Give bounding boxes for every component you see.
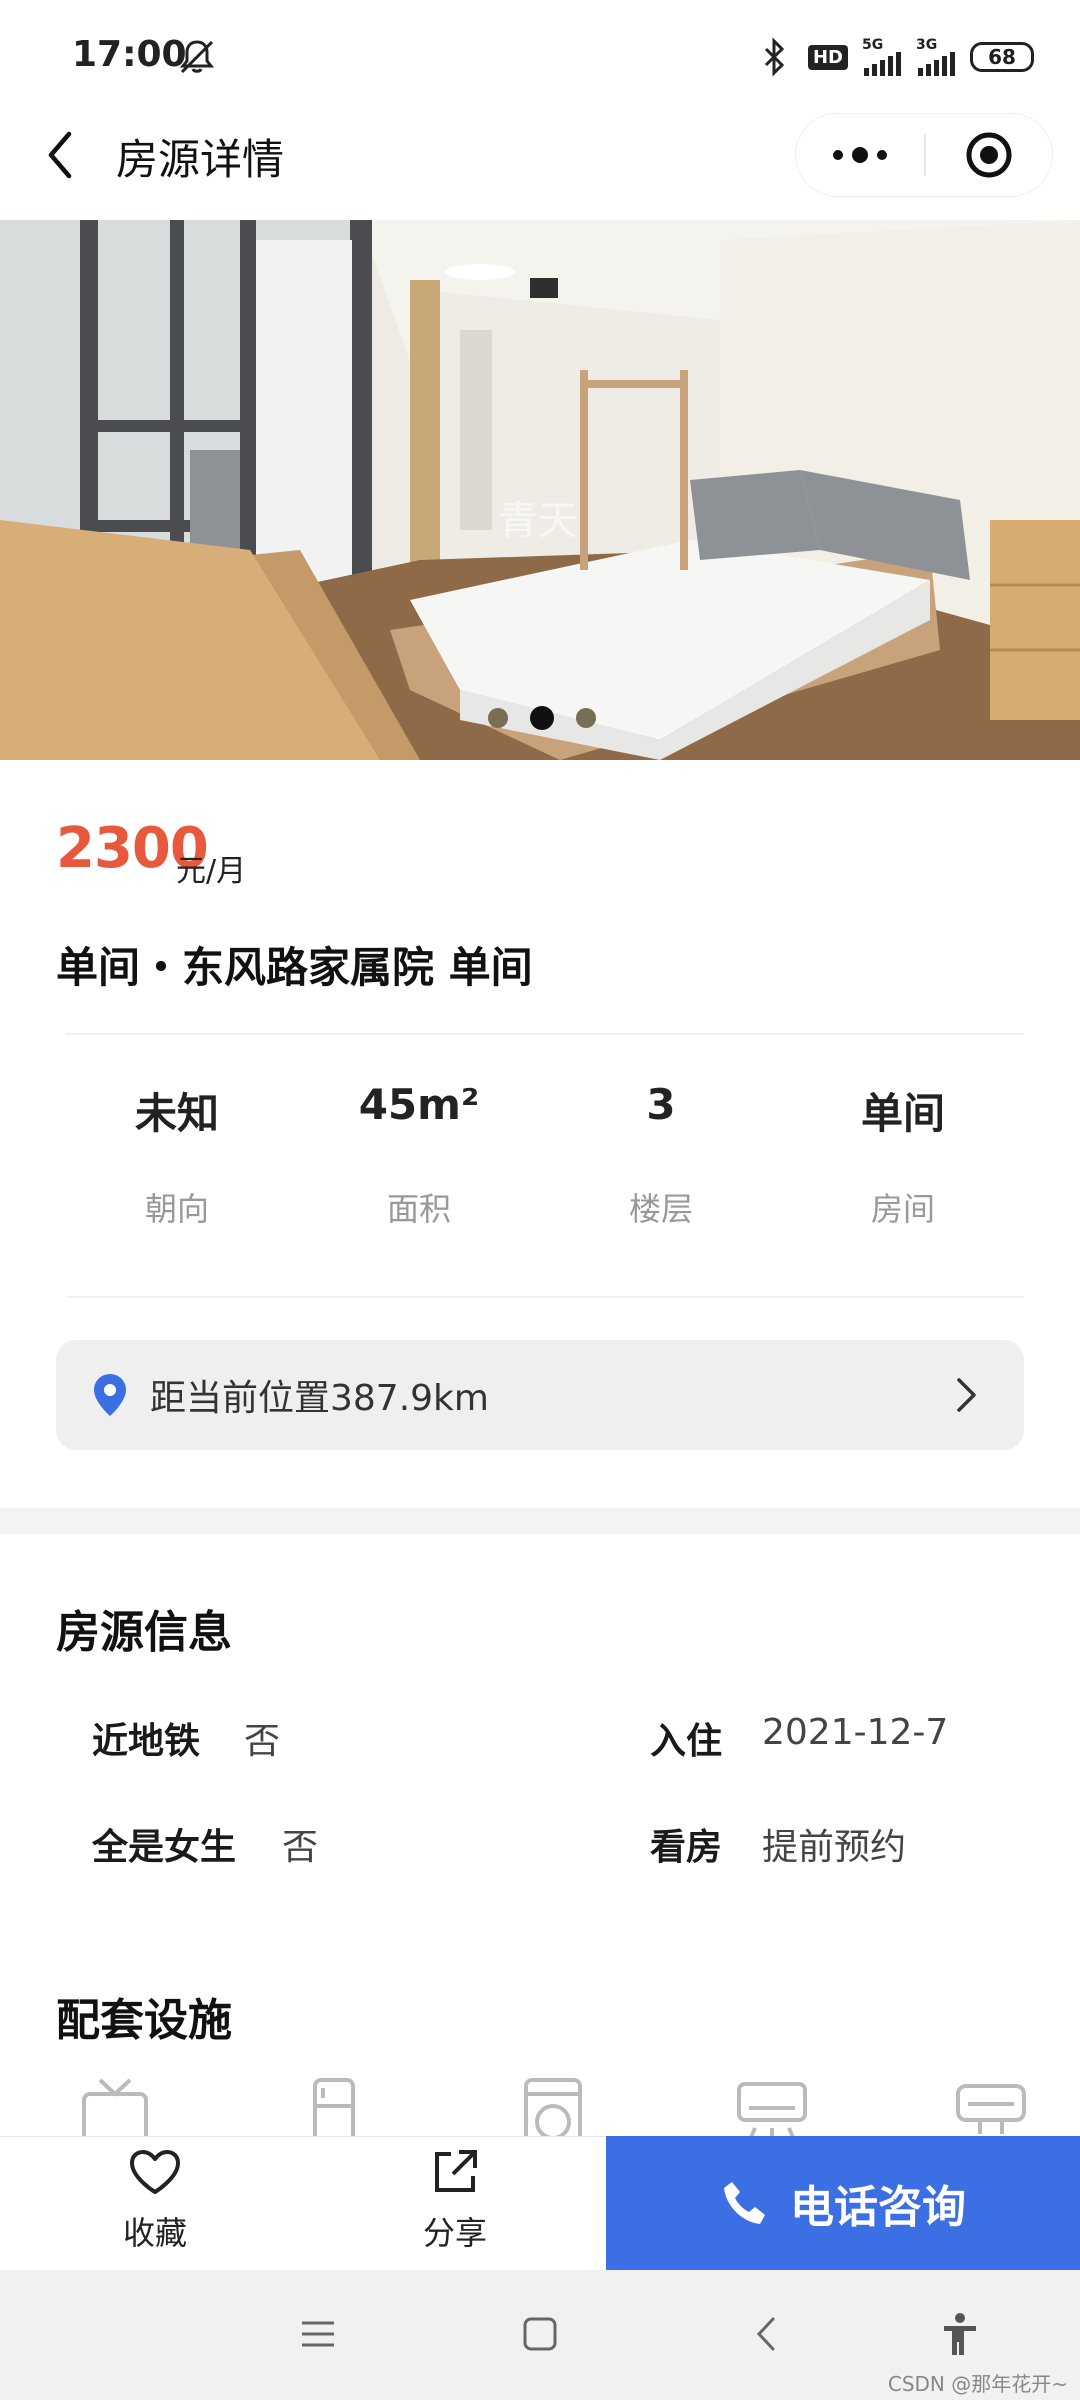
source-credit: CSDN @那年花开~: [887, 2372, 1068, 2396]
close-mini-program-button[interactable]: [926, 114, 1052, 196]
stat-label: 朝向: [144, 1190, 209, 1228]
share-icon: [435, 2150, 477, 2192]
stat-value: 单间: [860, 1089, 945, 1138]
stat-floor: 3 楼层: [540, 1080, 782, 1230]
phone-consult-label: 电话咨询: [790, 2182, 966, 2233]
back-arrow-icon: [48, 131, 72, 179]
status-time: 17:00: [72, 34, 187, 75]
stat-orientation: 未知 朝向: [56, 1080, 298, 1230]
heart-icon: [130, 2150, 180, 2194]
listing-title: 单间・东风路家属院 单间: [56, 943, 533, 992]
signal-bars-icon: [918, 52, 955, 76]
phone-consult-button[interactable]: 电话咨询: [606, 2136, 1080, 2270]
info-key-subway: 近地铁: [92, 1721, 201, 1762]
stat-room: 单间 房间: [782, 1080, 1024, 1230]
info-value-all-female: 否: [282, 1827, 319, 1868]
stat-value: 45m²: [358, 1080, 480, 1129]
section-separator: [0, 1508, 1080, 1534]
stat-area: 45m² 面积: [298, 1080, 540, 1230]
net-5g-label: 5G: [862, 37, 884, 53]
carousel-dot[interactable]: [576, 708, 596, 728]
signal-3g: 3G: [916, 38, 956, 76]
divider: [66, 1296, 1024, 1298]
price-unit: 元/月: [176, 854, 247, 889]
carousel-dot-active[interactable]: [530, 706, 554, 730]
distance-text: 距当前位置387.9km: [150, 1378, 489, 1419]
room-stats: 未知 朝向 45m² 面积 3 楼层 单间 房间: [56, 1080, 1024, 1230]
facilities-section-title: 配套设施: [56, 1995, 232, 2046]
more-button[interactable]: [796, 114, 924, 196]
signal-bars-icon: [864, 52, 901, 76]
bluetooth-icon: [764, 37, 785, 77]
more-dots-icon: [833, 147, 887, 163]
page-title: 房源详情: [116, 135, 285, 184]
status-indicators: HD 5G 3G 68: [754, 32, 1034, 82]
accessibility-icon: [944, 2313, 976, 2355]
mute-bell-icon: [176, 36, 218, 78]
menu-icon: [302, 2321, 334, 2347]
info-key-viewing: 看房: [650, 1827, 723, 1868]
net-3g-label: 3G: [916, 37, 938, 53]
battery-icon: 68: [970, 42, 1034, 72]
menu-nav-button[interactable]: [288, 2302, 348, 2366]
stat-label: 楼层: [628, 1190, 693, 1228]
chevron-right-icon: [957, 1378, 976, 1412]
facilities-icons: [78, 2076, 1028, 2154]
phone-icon: [724, 2182, 765, 2224]
info-value-checkin: 2021-12-7: [762, 1712, 949, 1753]
location-row[interactable]: 距当前位置387.9km: [56, 1340, 1024, 1450]
location-pin-icon: [94, 1374, 126, 1416]
info-section-title: 房源信息: [56, 1607, 232, 1658]
stat-label: 房间: [870, 1190, 935, 1228]
favorite-label: 收藏: [122, 2214, 187, 2252]
back-button[interactable]: [34, 128, 86, 182]
stat-value: 3: [646, 1080, 676, 1129]
stat-value: 未知: [134, 1089, 219, 1138]
share-button[interactable]: 分享: [400, 2148, 510, 2268]
carousel-dot[interactable]: [488, 708, 508, 728]
info-key-checkin: 入住: [650, 1721, 723, 1762]
home-square-icon: [523, 2317, 557, 2351]
back-chevron-icon: [756, 2317, 775, 2351]
info-key-all-female: 全是女生: [92, 1827, 237, 1868]
info-value-viewing: 提前预约: [762, 1827, 907, 1868]
stat-label: 面积: [386, 1190, 451, 1228]
favorite-button[interactable]: 收藏: [100, 2148, 210, 2268]
photo-watermark: 青天: [498, 498, 578, 544]
info-value-subway: 否: [244, 1721, 281, 1762]
home-nav-button[interactable]: [510, 2302, 570, 2366]
target-circle-icon: [966, 132, 1012, 178]
signal-5g: 5G: [862, 38, 902, 76]
share-label: 分享: [422, 2214, 487, 2252]
accessibility-nav-button[interactable]: [930, 2302, 990, 2366]
divider: [66, 1033, 1024, 1035]
hd-badge: HD: [807, 44, 848, 70]
back-nav-button[interactable]: [736, 2302, 796, 2366]
carousel-indicator: [488, 706, 596, 730]
